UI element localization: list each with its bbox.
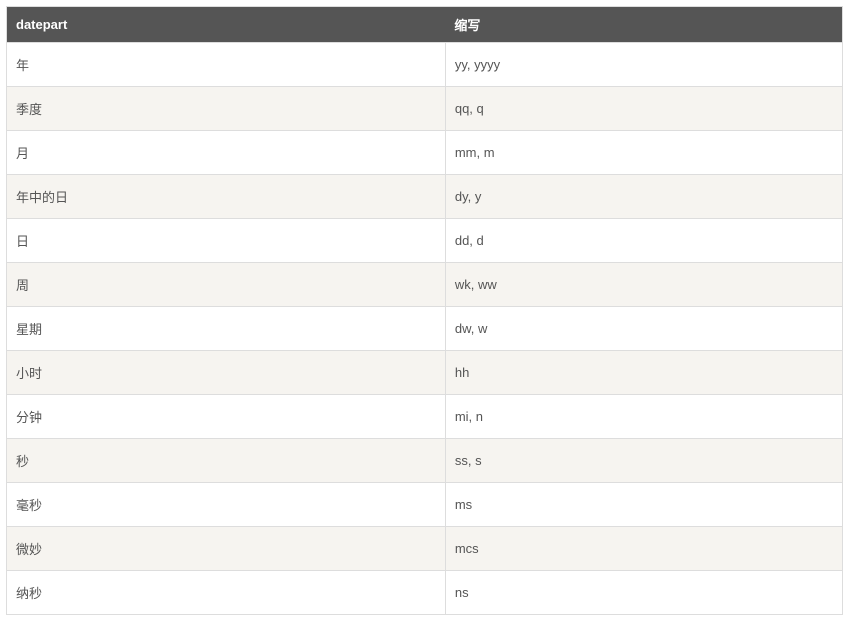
cell-abbreviation: dw, w [445,307,842,351]
table-row: 日 dd, d [7,219,843,263]
cell-abbreviation: ns [445,571,842,615]
cell-datepart: 毫秒 [7,483,446,527]
cell-datepart: 年中的日 [7,175,446,219]
cell-datepart: 分钟 [7,395,446,439]
table-row: 季度 qq, q [7,87,843,131]
cell-datepart: 月 [7,131,446,175]
cell-datepart: 秒 [7,439,446,483]
header-datepart: datepart [7,7,446,43]
table-row: 纳秒 ns [7,571,843,615]
cell-abbreviation: qq, q [445,87,842,131]
table-row: 年中的日 dy, y [7,175,843,219]
cell-abbreviation: mm, m [445,131,842,175]
cell-abbreviation: hh [445,351,842,395]
table-row: 星期 dw, w [7,307,843,351]
table-row: 年 yy, yyyy [7,43,843,87]
cell-abbreviation: mcs [445,527,842,571]
table-row: 小时 hh [7,351,843,395]
table-header: datepart 缩写 [7,7,843,43]
cell-datepart: 星期 [7,307,446,351]
cell-abbreviation: yy, yyyy [445,43,842,87]
cell-abbreviation: wk, ww [445,263,842,307]
cell-datepart: 微妙 [7,527,446,571]
cell-datepart: 周 [7,263,446,307]
cell-datepart: 小时 [7,351,446,395]
header-abbreviation: 缩写 [445,7,842,43]
table-row: 周 wk, ww [7,263,843,307]
datepart-table: datepart 缩写 年 yy, yyyy 季度 qq, q 月 mm, m … [6,6,843,615]
cell-datepart: 季度 [7,87,446,131]
header-row: datepart 缩写 [7,7,843,43]
table-row: 秒 ss, s [7,439,843,483]
cell-datepart: 纳秒 [7,571,446,615]
cell-abbreviation: ss, s [445,439,842,483]
table-body: 年 yy, yyyy 季度 qq, q 月 mm, m 年中的日 dy, y 日… [7,43,843,615]
cell-abbreviation: ms [445,483,842,527]
cell-abbreviation: mi, n [445,395,842,439]
cell-datepart: 日 [7,219,446,263]
table-row: 分钟 mi, n [7,395,843,439]
cell-abbreviation: dd, d [445,219,842,263]
table-row: 微妙 mcs [7,527,843,571]
table-row: 月 mm, m [7,131,843,175]
table-row: 毫秒 ms [7,483,843,527]
cell-datepart: 年 [7,43,446,87]
cell-abbreviation: dy, y [445,175,842,219]
